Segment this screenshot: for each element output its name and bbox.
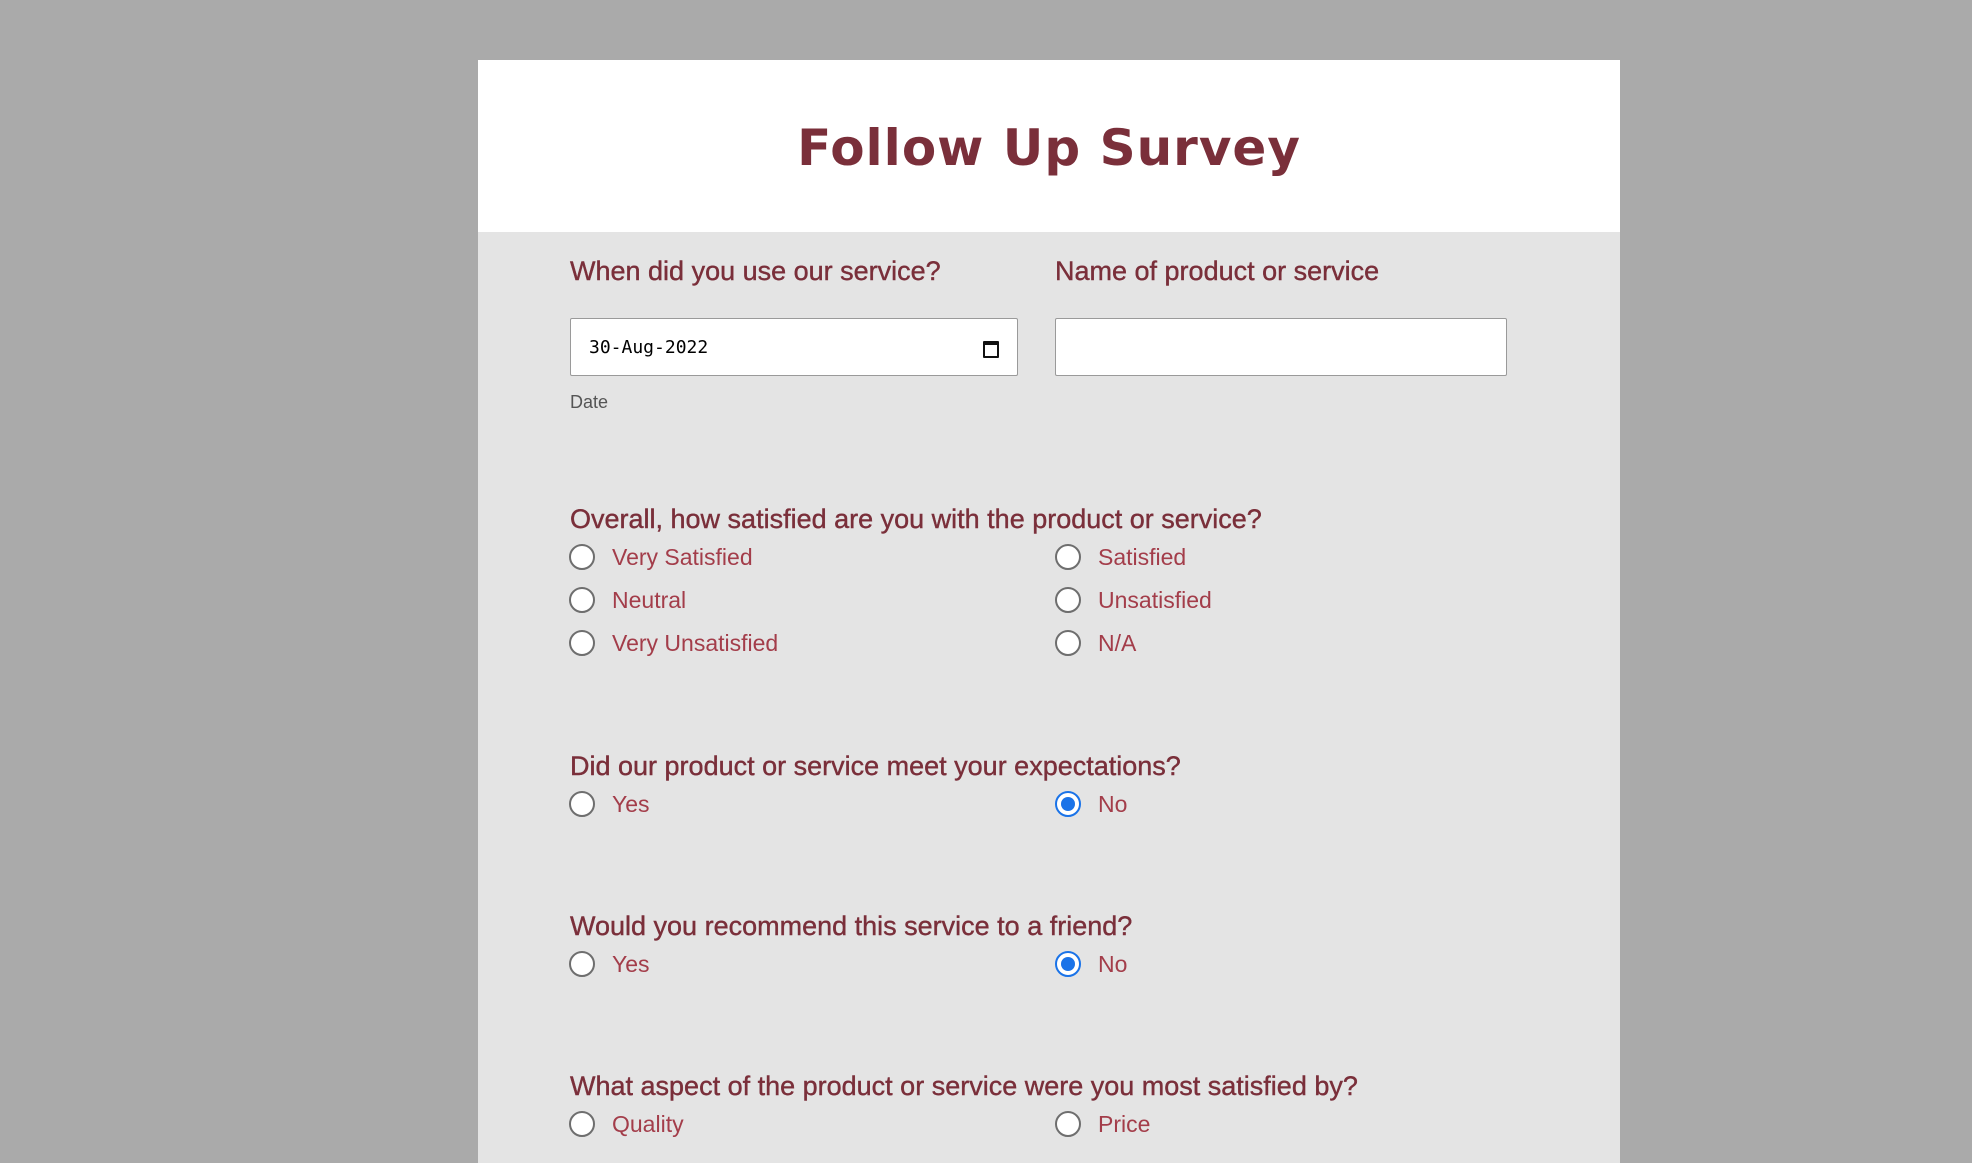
option-label: Quality bbox=[612, 1110, 684, 1137]
aspect-option-price[interactable]: Price bbox=[1055, 1109, 1150, 1139]
satisfaction-option-neutral[interactable]: Neutral bbox=[569, 585, 686, 615]
recommend-question: Would you recommend this service to a fr… bbox=[570, 911, 1133, 941]
radio-button[interactable] bbox=[569, 791, 595, 817]
satisfaction-option-unsatisfied[interactable]: Unsatisfied bbox=[1055, 585, 1212, 615]
radio-button[interactable] bbox=[1055, 630, 1081, 656]
satisfaction-option-very-unsatisfied[interactable]: Very Unsatisfied bbox=[569, 628, 778, 658]
radio-button[interactable] bbox=[569, 1111, 595, 1137]
radio-button[interactable] bbox=[569, 587, 595, 613]
option-label: Very Satisfied bbox=[612, 543, 753, 570]
option-label: Yes bbox=[612, 790, 650, 817]
expectations-question: Did our product or service meet your exp… bbox=[570, 751, 1181, 781]
service-date-label: When did you use our service? bbox=[570, 256, 941, 286]
option-label: Yes bbox=[612, 950, 650, 977]
service-date-input[interactable]: 30-Aug-2022 bbox=[570, 318, 1018, 376]
aspect-option-quality[interactable]: Quality bbox=[569, 1109, 684, 1139]
satisfaction-option-satisfied[interactable]: Satisfied bbox=[1055, 542, 1186, 572]
radio-button[interactable] bbox=[569, 544, 595, 570]
survey-page: Follow Up Survey When did you use our se… bbox=[478, 60, 1620, 1163]
service-date-value: 30-Aug-2022 bbox=[589, 336, 709, 358]
option-label: Unsatisfied bbox=[1098, 586, 1212, 613]
radio-button[interactable] bbox=[1055, 544, 1081, 570]
radio-button[interactable] bbox=[1055, 1111, 1081, 1137]
satisfaction-option-very-satisfied[interactable]: Very Satisfied bbox=[569, 542, 753, 572]
calendar-icon[interactable] bbox=[983, 339, 999, 358]
expectations-option-no[interactable]: No bbox=[1055, 789, 1127, 819]
option-label: Neutral bbox=[612, 586, 687, 613]
recommend-option-yes[interactable]: Yes bbox=[569, 949, 650, 979]
radio-button-selected[interactable] bbox=[1055, 791, 1081, 817]
option-label: Satisfied bbox=[1098, 543, 1187, 570]
option-label: No bbox=[1098, 790, 1128, 817]
product-name-label: Name of product or service bbox=[1055, 256, 1380, 286]
radio-button-selected[interactable] bbox=[1055, 951, 1081, 977]
aspect-question: What aspect of the product or service we… bbox=[570, 1071, 1358, 1101]
survey-header: Follow Up Survey bbox=[478, 60, 1620, 232]
recommend-option-no[interactable]: No bbox=[1055, 949, 1127, 979]
satisfaction-option-na[interactable]: N/A bbox=[1055, 628, 1136, 658]
survey-title: Follow Up Survey bbox=[797, 119, 1301, 177]
product-name-input[interactable] bbox=[1055, 318, 1507, 376]
radio-button[interactable] bbox=[569, 630, 595, 656]
option-label: N/A bbox=[1098, 629, 1137, 656]
option-label: Very Unsatisfied bbox=[612, 629, 779, 656]
radio-button[interactable] bbox=[1055, 587, 1081, 613]
option-label: Price bbox=[1098, 1110, 1151, 1137]
option-label: No bbox=[1098, 950, 1128, 977]
date-hint: Date bbox=[570, 392, 609, 412]
radio-button[interactable] bbox=[569, 951, 595, 977]
satisfaction-question: Overall, how satisfied are you with the … bbox=[570, 504, 1262, 534]
expectations-option-yes[interactable]: Yes bbox=[569, 789, 650, 819]
